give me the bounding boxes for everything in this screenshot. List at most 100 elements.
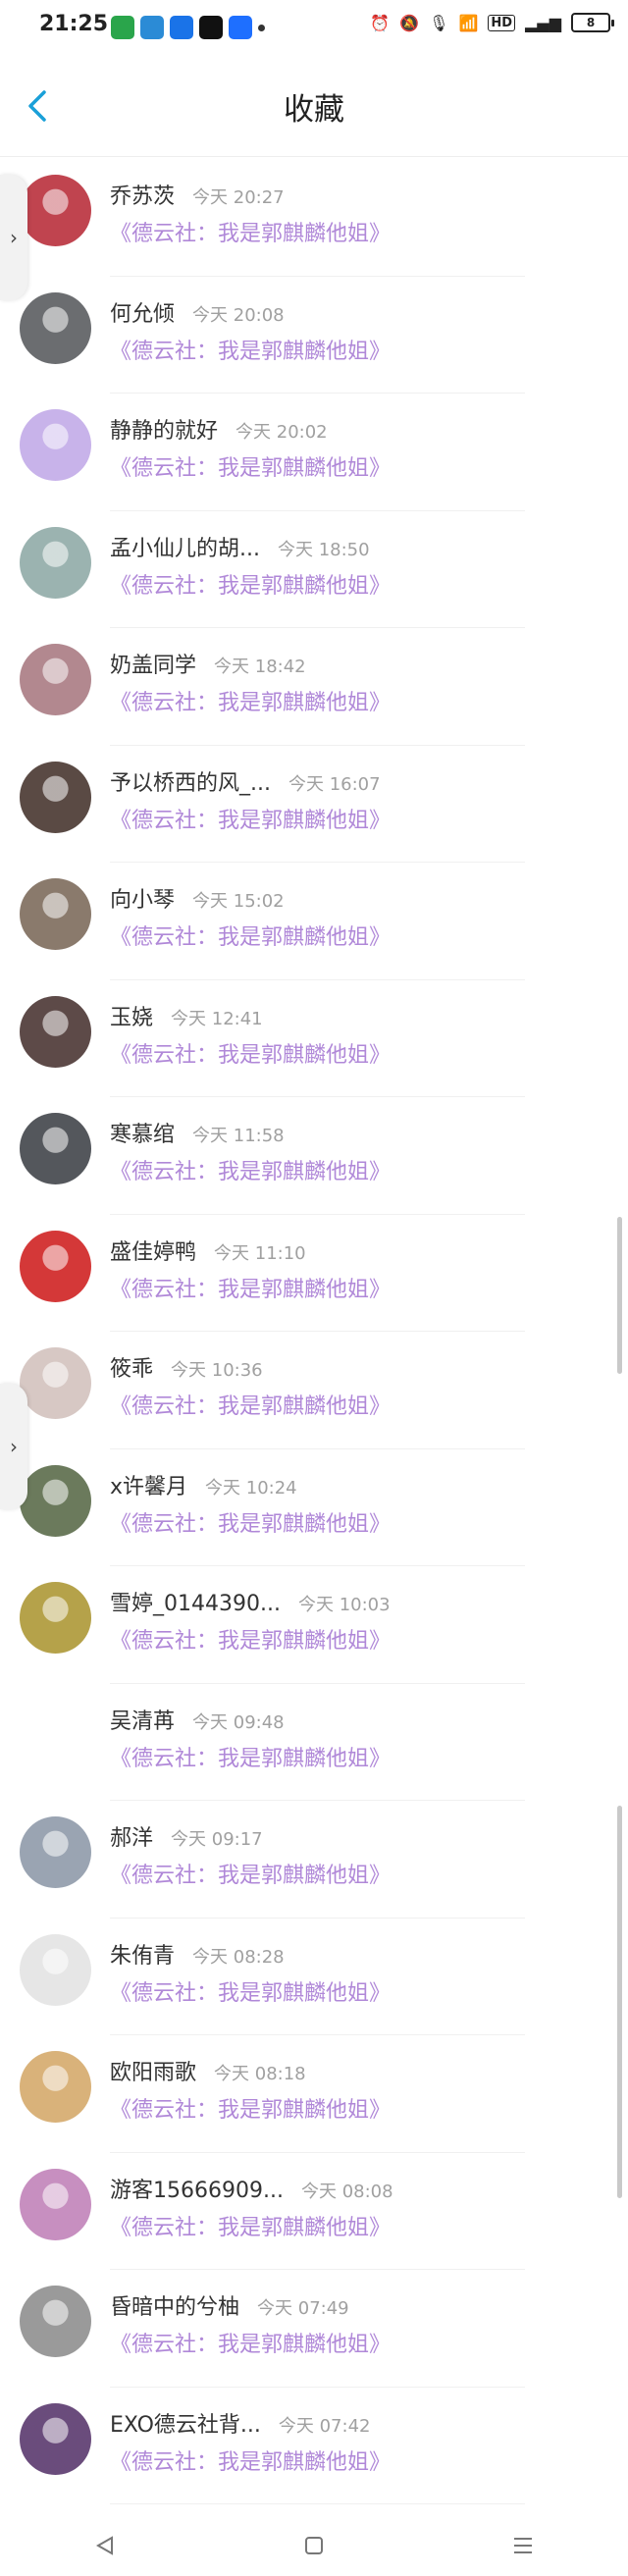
story-link[interactable]: 《德云社：我是郭麒麟他姐》 — [110, 1272, 391, 1303]
list-item[interactable]: 昏暗中的兮柚 今天 07:49 《德云社：我是郭麒麟他姐》 — [0, 2270, 628, 2388]
story-link[interactable]: 《德云社：我是郭麒麟他姐》 — [110, 685, 391, 716]
nav-back-button[interactable] — [76, 2526, 134, 2565]
story-link[interactable]: 《德云社：我是郭麒麟他姐》 — [110, 1154, 391, 1185]
avatar[interactable] — [20, 1700, 91, 1771]
avatar[interactable] — [20, 1582, 91, 1654]
list-item[interactable]: 游客15666909... 今天 08:08 《德云社：我是郭麒麟他姐》 — [0, 2153, 628, 2270]
list-item[interactable]: 郝洋 今天 09:17 《德云社：我是郭麒麟他姐》 — [0, 1801, 628, 1919]
nav-home-button[interactable] — [285, 2526, 343, 2565]
timestamp: 今天 07:42 — [278, 2415, 371, 2437]
story-link[interactable]: 《德云社：我是郭麒麟他姐》 — [110, 568, 391, 600]
list-item[interactable]: 朱侑青 今天 08:28 《德云社：我是郭麒麟他姐》 — [0, 1919, 628, 2035]
avatar[interactable] — [20, 761, 91, 833]
scrollbar-thumb[interactable] — [617, 1806, 622, 2198]
list-item[interactable]: 寒慕绾 今天 11:58 《德云社：我是郭麒麟他姐》 — [0, 1097, 628, 1215]
list-item[interactable]: 欧阳雨歌 今天 08:18 《德云社：我是郭麒麟他姐》 — [0, 2035, 628, 2153]
list-item[interactable]: 何允倾 今天 20:08 《德云社：我是郭麒麟他姐》 — [0, 277, 628, 394]
list-item[interactable]: 孟小仙儿的胡... 今天 18:50 《德云社：我是郭麒麟他姐》 — [0, 511, 628, 628]
favorites-list: 乔苏茨 今天 20:27 《德云社：我是郭麒麟他姐》 何允倾 今天 20:08 《德云社：… — [0, 159, 628, 2504]
name-line: 孟小仙儿的胡... 今天 18:50 — [110, 531, 370, 562]
story-link[interactable]: 《德云社：我是郭麒麟他姐》 — [110, 803, 391, 834]
avatar[interactable] — [20, 1113, 91, 1184]
avatar[interactable] — [20, 175, 91, 246]
header: 收藏 — [0, 55, 628, 157]
story-link[interactable]: 《德云社：我是郭麒麟他姐》 — [110, 216, 391, 247]
user-name: EXO德云社背... — [110, 2412, 261, 2438]
battery-icon: 8 — [571, 13, 614, 32]
avatar[interactable] — [20, 526, 91, 599]
name-line: 寒慕绾 今天 11:58 — [110, 1117, 285, 1148]
divider — [110, 2503, 525, 2504]
story-link[interactable]: 《德云社：我是郭麒麟他姐》 — [110, 1858, 391, 1889]
list-item[interactable]: EXO德云社背... 今天 07:42 《德云社：我是郭麒麟他姐》 — [0, 2388, 628, 2504]
story-link[interactable]: 《德云社：我是郭麒麟他姐》 — [110, 1623, 391, 1655]
list-item[interactable]: 盛佳婷鸭 今天 11:10 《德云社：我是郭麒麟他姐》 — [0, 1215, 628, 1332]
avatar[interactable] — [20, 1347, 91, 1419]
list-item[interactable]: 予以桥西的风_... 今天 16:07 《德云社：我是郭麒麟他姐》 — [0, 746, 628, 863]
wifi-icon: 📶 — [458, 13, 479, 32]
status-indicators: ⏰ 🔕 🎙 📶 HD ▂▄▆ 8 — [370, 13, 614, 32]
story-link[interactable]: 《德云社：我是郭麒麟他姐》 — [110, 450, 391, 482]
story-link[interactable]: 《德云社：我是郭麒麟他姐》 — [110, 2445, 391, 2476]
story-link[interactable]: 《德云社：我是郭麒麟他姐》 — [110, 1389, 391, 1420]
story-link[interactable]: 《德云社：我是郭麒麟他姐》 — [110, 1037, 391, 1069]
user-name: 玉娆 — [110, 1005, 154, 1030]
side-drawer-tab[interactable]: › — [0, 175, 27, 300]
list-item[interactable]: 筱乖 今天 10:36 《德云社：我是郭麒麟他姐》 — [0, 1332, 628, 1449]
back-triangle-icon — [95, 2536, 113, 2555]
avatar[interactable] — [20, 2168, 91, 2240]
timestamp: 今天 11:58 — [192, 1126, 285, 1146]
list-item[interactable]: 雪婷_0144390... 今天 10:03 《德云社：我是郭麒麟他姐》 — [0, 1566, 628, 1684]
avatar[interactable] — [20, 291, 91, 364]
story-link[interactable]: 《德云社：我是郭麒麟他姐》 — [110, 920, 391, 951]
timestamp: 今天 12:41 — [171, 1008, 263, 1029]
timestamp: 今天 07:49 — [257, 2298, 349, 2319]
menu-lines-icon — [514, 2538, 533, 2553]
timestamp: 今天 08:28 — [192, 1946, 285, 1968]
timestamp: 今天 18:50 — [277, 539, 370, 560]
list-item[interactable]: 静静的就好 今天 20:02 《德云社：我是郭麒麟他姐》 — [0, 394, 628, 511]
zhihu-icon — [229, 16, 252, 39]
status-bar: 21:25 ⏰ 🔕 🎙 📶 HD ▂▄▆ 8 — [0, 0, 628, 55]
scrollbar-thumb[interactable] — [617, 1217, 622, 1374]
avatar[interactable] — [20, 2051, 91, 2123]
story-link[interactable]: 《德云社：我是郭麒麟他姐》 — [110, 334, 391, 365]
avatar[interactable] — [20, 1230, 91, 1302]
list-item[interactable]: 奶盖同学 今天 18:42 《德云社：我是郭麒麟他姐》 — [0, 628, 628, 746]
story-link[interactable]: 《德云社：我是郭麒麟他姐》 — [110, 1741, 391, 1772]
user-name: x许馨月 — [110, 1474, 188, 1499]
list-item[interactable]: 吴清苒 今天 09:48 《德云社：我是郭麒麟他姐》 — [0, 1684, 628, 1801]
avatar[interactable] — [20, 644, 91, 715]
avatar[interactable] — [20, 1464, 91, 1537]
story-link[interactable]: 《德云社：我是郭麒麟他姐》 — [110, 1506, 391, 1538]
list-item[interactable]: 玉娆 今天 12:41 《德云社：我是郭麒麟他姐》 — [0, 980, 628, 1097]
side-drawer-tab[interactable]: › — [0, 1384, 27, 1509]
timestamp: 今天 16:07 — [288, 773, 381, 795]
story-link[interactable]: 《德云社：我是郭麒麟他姐》 — [110, 2092, 391, 2124]
avatar[interactable] — [20, 2402, 91, 2475]
system-nav-bar — [0, 2515, 628, 2576]
name-line: 玉娆 今天 12:41 — [110, 1000, 263, 1031]
avatar[interactable] — [20, 409, 91, 481]
dot-icon — [258, 25, 265, 31]
story-link[interactable]: 《德云社：我是郭麒麟他姐》 — [110, 1975, 391, 2007]
avatar[interactable] — [20, 2286, 91, 2357]
user-name: 静静的就好 — [110, 419, 219, 444]
nav-menu-button[interactable] — [494, 2526, 552, 2565]
list-item[interactable]: 乔苏茨 今天 20:27 《德云社：我是郭麒麟他姐》 — [0, 159, 628, 277]
story-link[interactable]: 《德云社：我是郭麒麟他姐》 — [110, 2327, 391, 2358]
page-title: 收藏 — [284, 92, 344, 128]
avatar[interactable] — [20, 1933, 91, 2006]
avatar[interactable] — [20, 878, 91, 950]
timestamp: 今天 15:02 — [192, 891, 285, 912]
user-name: 何允倾 — [110, 301, 176, 327]
story-link[interactable]: 《德云社：我是郭麒麟他姐》 — [110, 2210, 391, 2241]
list-item[interactable]: 向小琴 今天 15:02 《德云社：我是郭麒麟他姐》 — [0, 863, 628, 980]
user-name: 朱侑青 — [110, 1943, 176, 1969]
list-item[interactable]: x许馨月 今天 10:24 《德云社：我是郭麒麟他姐》 — [0, 1449, 628, 1566]
avatar[interactable] — [20, 1816, 91, 1888]
name-line: 欧阳雨歌 今天 08:18 — [110, 2055, 306, 2086]
tiktok-icon — [199, 16, 223, 39]
app-icon — [170, 16, 193, 39]
avatar[interactable] — [20, 995, 91, 1068]
